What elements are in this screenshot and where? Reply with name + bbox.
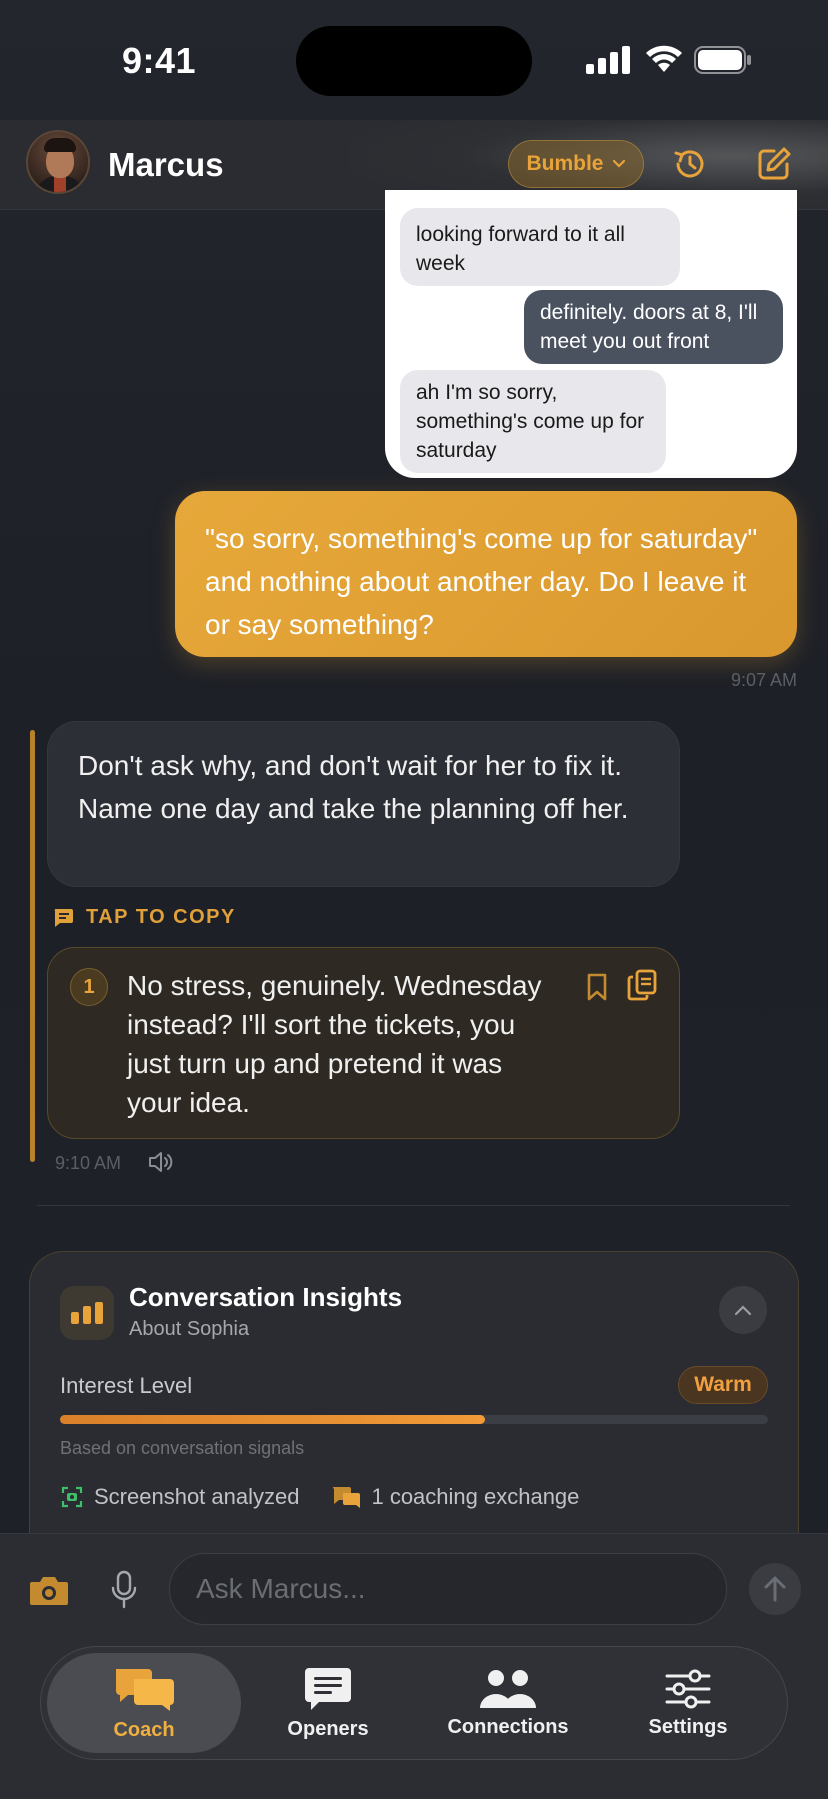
coach-message-bubble[interactable]: Don't ask why, and don't wait for her to…	[47, 721, 680, 887]
microphone-icon[interactable]	[110, 1570, 138, 1610]
tab-coach[interactable]: Coach	[47, 1653, 241, 1753]
coach-avatar[interactable]	[26, 130, 90, 194]
people-icon	[480, 1669, 536, 1708]
coach-reply-accent-bar	[30, 730, 35, 1162]
tab-label: Settings	[648, 1715, 728, 1738]
signal-icon	[586, 46, 630, 74]
screenshot-icon	[61, 1486, 83, 1508]
arrow-up-icon	[764, 1576, 786, 1602]
stat-coaching-exchanges: 1 coaching exchange	[331, 1484, 579, 1510]
tab-openers[interactable]: Openers	[231, 1653, 425, 1753]
message-icon	[54, 908, 73, 927]
sliders-icon	[665, 1669, 711, 1708]
attached-screenshot[interactable]: looking forward to it all week definitel…	[385, 190, 797, 478]
tap-to-copy-hint: TAP TO COPY	[52, 906, 236, 929]
tab-connections[interactable]: Connections	[411, 1653, 605, 1753]
coach-name: Marcus	[108, 146, 224, 183]
tab-label: Coach	[113, 1718, 175, 1741]
chevron-down-icon	[612, 159, 625, 168]
history-icon[interactable]	[670, 144, 710, 184]
divider	[37, 1205, 790, 1206]
suggestion-card[interactable]: 1 No stress, genuinely. Wednesday instea…	[47, 947, 680, 1139]
suggestion-text: No stress, genuinely. Wednesday instead?…	[127, 970, 542, 1118]
compose-icon[interactable]	[754, 144, 794, 184]
collapse-insights-button[interactable]	[719, 1286, 767, 1334]
ask-input[interactable]	[169, 1553, 727, 1625]
interest-level-badge: Warm	[678, 1366, 768, 1404]
tab-label: Openers	[287, 1717, 369, 1740]
dynamic-island	[296, 26, 532, 96]
battery-icon	[694, 46, 751, 74]
insights-stats: Screenshot analyzed 1 coaching exchange	[60, 1484, 611, 1510]
coach-message-time: 9:10 AM	[55, 1153, 122, 1173]
screenshot-bubble-them: ah I'm so sorry, something's come up for…	[400, 370, 666, 473]
suggestion-number: 1	[70, 968, 108, 1006]
speaker-icon[interactable]	[147, 1150, 175, 1174]
app-screen: 9:41 Marcus Bumble looking forward to it…	[0, 0, 828, 1799]
tap-to-copy-label: TAP TO COPY	[86, 906, 236, 928]
platform-selector[interactable]: Bumble	[508, 140, 644, 188]
screenshot-bubble-me: definitely. doors at 8, I'll meet you ou…	[524, 290, 783, 364]
bookmark-icon[interactable]	[586, 972, 608, 1002]
interest-level-bar	[60, 1415, 768, 1424]
tab-settings[interactable]: Settings	[591, 1653, 785, 1753]
bar-chart-icon	[60, 1286, 114, 1340]
tab-label: Connections	[447, 1715, 569, 1738]
interest-basis-note: Based on conversation signals	[60, 1438, 305, 1458]
stat-screenshot-analyzed: Screenshot analyzed	[60, 1484, 299, 1510]
wifi-icon	[646, 45, 682, 72]
status-bar: 9:41	[0, 0, 828, 120]
copy-icon[interactable]	[626, 968, 658, 1002]
insights-title: Conversation Insights	[129, 1282, 403, 1312]
platform-label: Bumble	[526, 152, 604, 175]
openers-chat-icon	[305, 1667, 351, 1710]
tab-bar: Coach Openers Connections Settings	[40, 1646, 788, 1760]
interest-level-label: Interest Level	[60, 1373, 193, 1398]
chevron-up-icon	[734, 1305, 752, 1316]
insights-subtitle: About Sophia	[129, 1318, 250, 1340]
status-time: 9:41	[122, 40, 197, 81]
send-button[interactable]	[749, 1563, 801, 1615]
screenshot-bubble-them: looking forward to it all week	[400, 208, 680, 286]
camera-icon[interactable]	[28, 1572, 70, 1608]
composer-area: Coach Openers Connections	[0, 1533, 828, 1799]
conversation-insights-panel: Conversation Insights About Sophia Inter…	[29, 1251, 799, 1551]
user-message-bubble[interactable]: "so sorry, something's come up for satur…	[175, 491, 797, 657]
chat-bubbles-icon	[333, 1487, 361, 1508]
user-message-time: 9:07 AM	[730, 670, 797, 690]
interest-level-fill	[60, 1415, 485, 1424]
coach-bubbles-icon	[116, 1668, 174, 1711]
